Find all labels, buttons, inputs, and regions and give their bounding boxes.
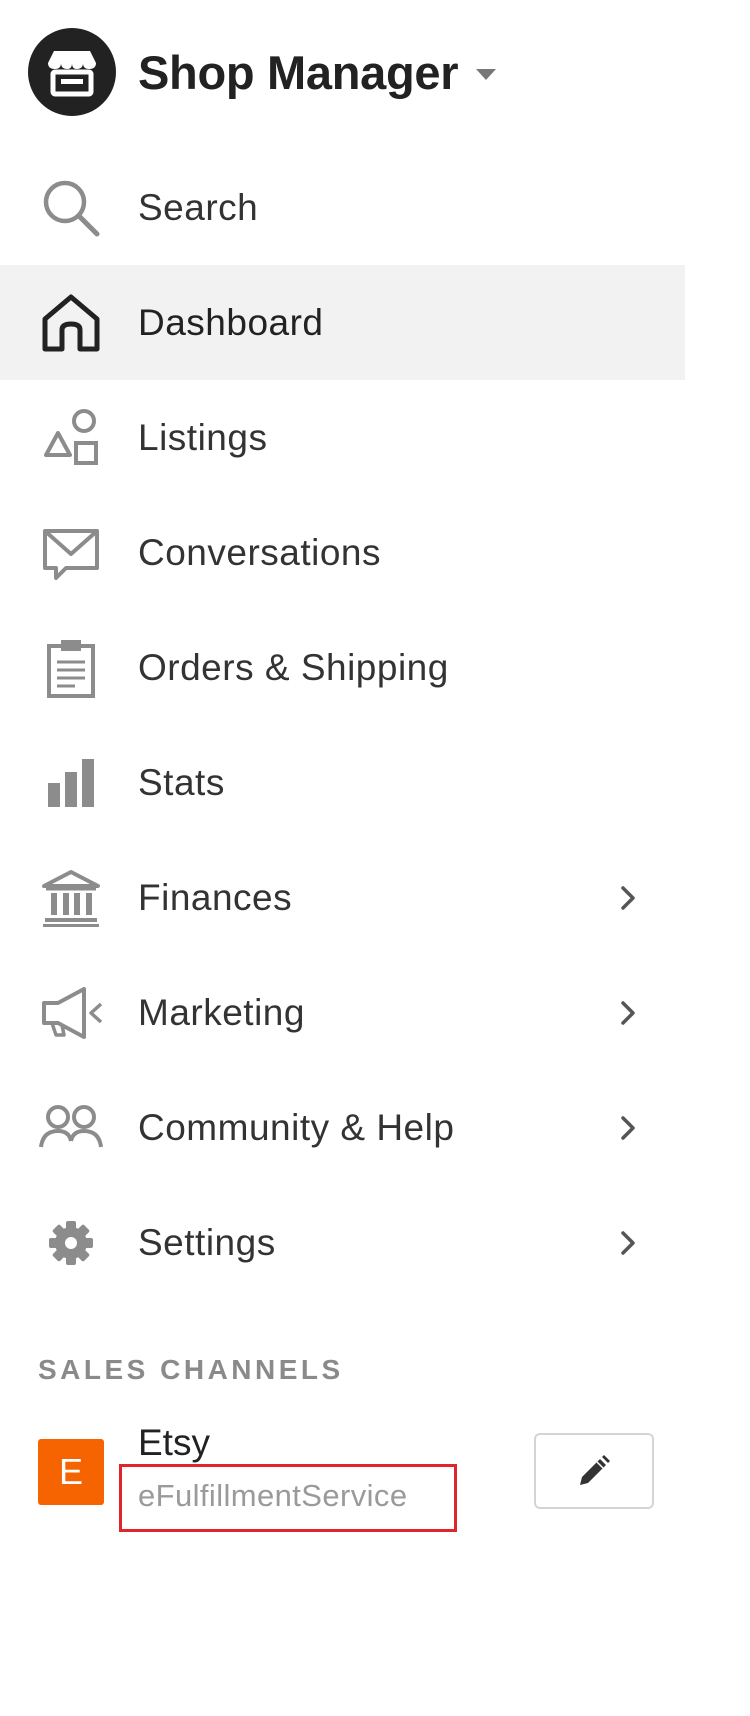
channel-shop-name[interactable]: eFulfillmentService [138,1478,407,1514]
nav-item-label: Dashboard [138,301,324,343]
sidebar-nav: Search Dashboard Listings Conversations … [0,150,685,1300]
page-title: Shop Manager [138,45,459,99]
nav-item-label: Settings [138,1221,276,1263]
clipboard-icon [38,635,104,701]
chevron-right-icon [616,998,640,1028]
sales-channels-header: SALES CHANNELS [38,1354,344,1385]
home-icon [38,290,104,356]
nav-item-listings[interactable]: Listings [0,380,685,495]
nav-item-label: Conversations [138,531,382,573]
nav-item-label: Community & Help [138,1106,455,1148]
etsy-logo: E [38,1439,104,1505]
chevron-right-icon [616,883,640,913]
people-icon [38,1095,104,1161]
nav-item-orders-shipping[interactable]: Orders & Shipping [0,610,685,725]
chevron-right-icon [616,1228,640,1258]
channel-name[interactable]: Etsy [138,1422,210,1464]
nav-item-label: Marketing [138,991,305,1033]
nav-item-search[interactable]: Search [0,150,685,265]
sales-channel-etsy: E Etsy eFulfillmentService [0,1420,685,1550]
shop-manager-header[interactable]: Shop Manager [28,28,497,116]
nav-item-label: Listings [138,416,268,458]
nav-item-settings[interactable]: Settings [0,1185,685,1300]
gear-icon [38,1210,104,1276]
edit-channel-button[interactable] [534,1433,654,1509]
megaphone-icon [38,980,104,1046]
nav-item-finances[interactable]: Finances [0,840,685,955]
nav-item-stats[interactable]: Stats [0,725,685,840]
bank-icon [38,865,104,931]
envelope-icon [38,520,104,586]
nav-item-community-help[interactable]: Community & Help [0,1070,685,1185]
pencil-icon [580,1455,610,1485]
bar-chart-icon [38,750,104,816]
nav-item-marketing[interactable]: Marketing [0,955,685,1070]
nav-item-dashboard[interactable]: Dashboard [0,265,685,380]
nav-item-conversations[interactable]: Conversations [0,495,685,610]
nav-item-label: Stats [138,761,225,803]
storefront-icon [28,28,116,116]
caret-down-icon [476,68,497,80]
shop-manager-menu: Shop Manager Search Dashboard Listings C… [0,0,685,1716]
shapes-icon [38,405,104,471]
nav-item-label: Orders & Shipping [138,646,449,688]
search-icon [38,175,104,241]
nav-item-label: Search [138,186,259,228]
chevron-right-icon [616,1113,640,1143]
nav-item-label: Finances [138,876,293,918]
